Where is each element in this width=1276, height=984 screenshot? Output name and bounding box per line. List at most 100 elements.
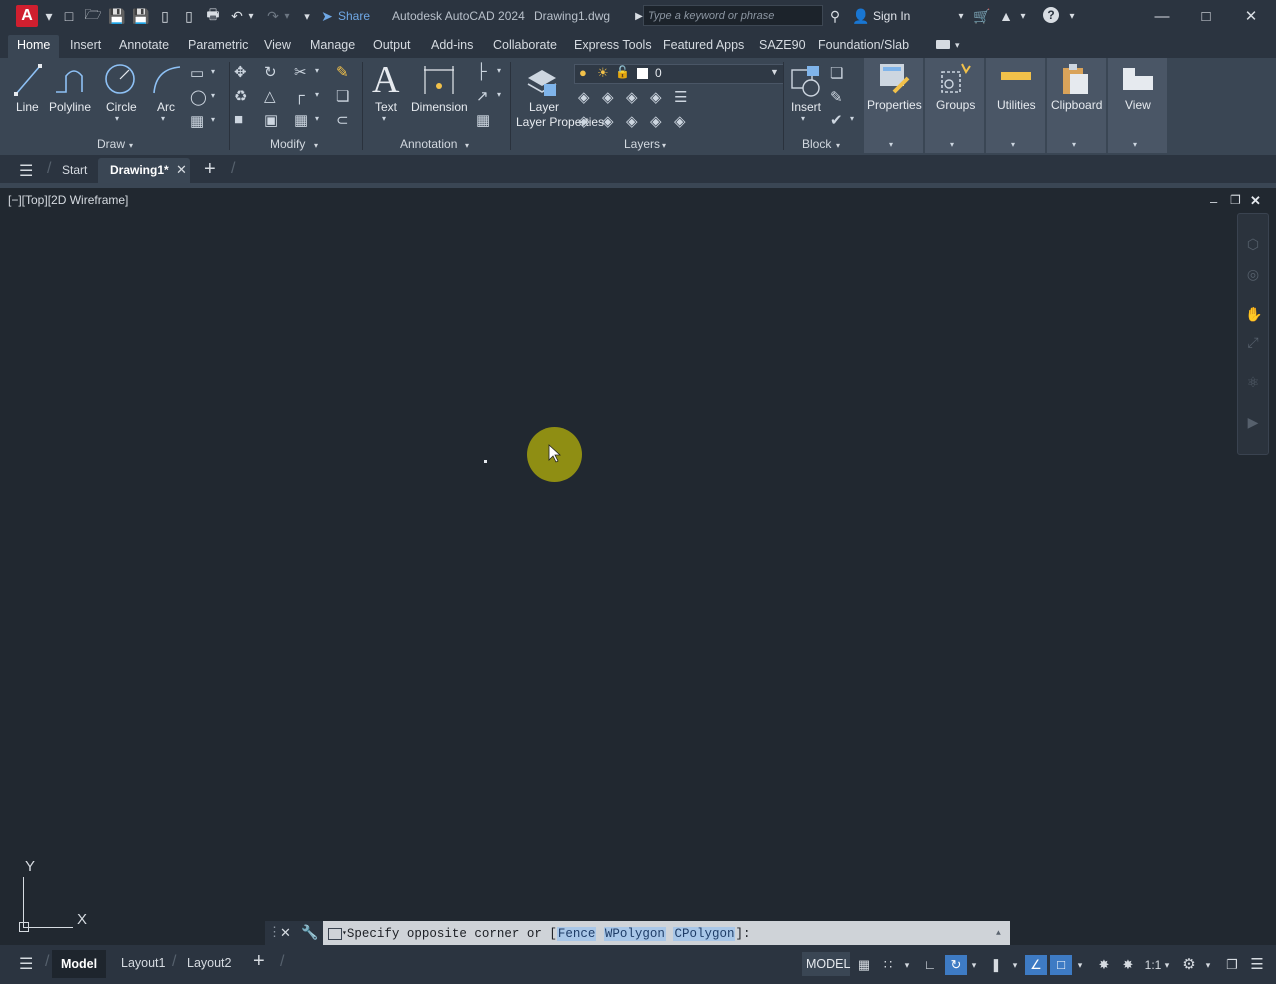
rectangle-dropdown-icon[interactable]: ▾ xyxy=(211,67,215,76)
leader-tool-icon[interactable]: ↗ xyxy=(476,87,489,105)
insert-block-label[interactable]: Insert xyxy=(791,100,821,114)
layer-tool-10-icon[interactable]: ◈ xyxy=(674,112,686,130)
option-cpolygon[interactable]: CPolygon xyxy=(673,926,736,941)
app-menu-chevron-icon[interactable]: ▾ xyxy=(40,7,58,25)
polyline-tool-icon[interactable] xyxy=(52,64,88,96)
fillet-tool-icon[interactable]: ┌ xyxy=(294,87,305,104)
tab-featured-apps[interactable]: Featured Apps xyxy=(663,38,744,52)
customization-menu-icon[interactable]: ☰ xyxy=(1246,955,1268,975)
undo-dropdown-icon[interactable]: ▾ xyxy=(246,7,256,25)
layer-tool-7-icon[interactable]: ◈ xyxy=(602,112,614,130)
customize-toolbar-icon[interactable]: ▾ xyxy=(298,7,316,25)
pan-icon[interactable]: ✋ xyxy=(1245,306,1262,322)
gradient-tool-icon[interactable]: ▦ xyxy=(190,112,204,130)
minimize-button[interactable]: — xyxy=(1152,6,1172,26)
steering-wheel-icon[interactable]: ◎ xyxy=(1245,266,1261,282)
offset-tool-icon[interactable]: ⊂ xyxy=(336,111,349,129)
undo-icon[interactable]: ↶ xyxy=(228,7,246,25)
layer-tool-1-icon[interactable]: ◈ xyxy=(578,88,590,106)
new-layout-icon[interactable]: + xyxy=(253,950,265,973)
tab-view[interactable]: View xyxy=(264,38,291,52)
scale-tool-icon[interactable]: ▣ xyxy=(264,111,278,129)
ribbon-display-toggle-icon[interactable] xyxy=(936,40,950,49)
move-tool-icon[interactable]: ✥ xyxy=(234,63,247,81)
rotate-tool-icon[interactable]: ↻ xyxy=(264,63,277,81)
circle-tool-icon[interactable] xyxy=(104,63,136,95)
layout2-tab[interactable]: Layout2 xyxy=(187,956,231,970)
save-web-icon[interactable]: ▯ xyxy=(180,7,198,25)
ortho-icon[interactable]: ∟ xyxy=(920,955,940,975)
hatch-dropdown-icon[interactable]: ▾ xyxy=(211,91,215,100)
sign-in-button[interactable]: Sign In xyxy=(873,9,910,23)
new-tab-icon[interactable]: + xyxy=(204,158,216,181)
open-web-icon[interactable]: ▯ xyxy=(156,7,174,25)
layout-tabs-menu-icon[interactable]: ☰ xyxy=(19,954,33,974)
command-history-toggle-icon[interactable]: ▲ xyxy=(996,921,1001,946)
array-dropdown-icon[interactable]: ▾ xyxy=(315,114,319,123)
snap-dropdown-icon[interactable]: ▾ xyxy=(901,955,913,975)
mirror-tool-icon[interactable]: △ xyxy=(264,87,276,105)
trim-tool-icon[interactable]: ✂ xyxy=(294,63,307,81)
tab-output[interactable]: Output xyxy=(373,38,411,52)
tab-saze90[interactable]: SAZE90 xyxy=(759,38,806,52)
annotation-panel-expand-icon[interactable]: ▾ xyxy=(465,141,469,150)
copy-tool-icon[interactable]: ♻ xyxy=(234,87,247,105)
close-button[interactable]: ✕ xyxy=(1241,6,1261,26)
arc-tool-icon[interactable] xyxy=(150,63,184,97)
tab-annotate[interactable]: Annotate xyxy=(119,38,169,52)
polyline-tool-label[interactable]: Polyline xyxy=(49,100,91,114)
ribbon-display-dropdown-icon[interactable]: ▾ xyxy=(955,40,960,51)
redo-dropdown-icon[interactable]: ▾ xyxy=(282,7,292,25)
command-input[interactable]: ▾Specify opposite corner or [Fence WPoly… xyxy=(323,921,1010,946)
circle-tool-label[interactable]: Circle xyxy=(106,100,137,114)
annotation-panel-title[interactable]: Annotation xyxy=(400,137,457,151)
array-tool-icon[interactable]: ▦ xyxy=(294,111,308,129)
polar-tracking-icon[interactable]: ↻ xyxy=(945,955,967,975)
autodesk-account-icon[interactable]: ▲ xyxy=(997,7,1015,25)
account-dropdown-icon[interactable]: ▾ xyxy=(1014,7,1032,25)
isodraft-dropdown-icon[interactable]: ▾ xyxy=(1009,955,1021,975)
grid-icon[interactable]: ▦ xyxy=(855,955,873,975)
modify-panel-expand-icon[interactable]: ▾ xyxy=(314,141,318,150)
dimension-tool-icon[interactable] xyxy=(422,64,456,96)
search-icon[interactable]: ⚲ xyxy=(826,7,844,25)
arc-tool-label[interactable]: Arc xyxy=(157,100,175,114)
annotation-scale-dropdown-icon[interactable]: ▾ xyxy=(1161,955,1173,975)
gradient-dropdown-icon[interactable]: ▾ xyxy=(211,115,215,124)
close-tab-icon[interactable]: ✕ xyxy=(176,162,187,178)
object-snap-icon[interactable]: □ xyxy=(1050,955,1072,975)
tab-add-ins[interactable]: Add-ins xyxy=(431,38,473,52)
hatch-tool-icon[interactable]: ◯ xyxy=(190,88,207,106)
tab-manage[interactable]: Manage xyxy=(310,38,355,52)
customize-command-line-icon[interactable]: 🔧 xyxy=(301,924,318,941)
workspace-gear-icon[interactable]: ⚙ xyxy=(1178,955,1200,975)
layer-properties-label[interactable]: Layer Properties xyxy=(516,115,604,129)
block-attributes-icon[interactable]: ✔ xyxy=(830,111,843,129)
isodraft-icon[interactable]: ❚ xyxy=(985,955,1007,975)
edit-block-icon[interactable]: ✎ xyxy=(830,88,843,106)
draw-panel-title[interactable]: Draw xyxy=(97,137,125,151)
linear-dimension-icon[interactable]: ├ xyxy=(476,63,487,80)
snap-mode-icon[interactable]: ∷ xyxy=(878,955,898,975)
text-tool-icon[interactable]: A xyxy=(372,58,399,102)
share-button[interactable]: Share xyxy=(338,9,370,23)
table-tool-icon[interactable]: ▦ xyxy=(476,111,490,129)
workspace-dropdown-icon[interactable]: ▾ xyxy=(1202,955,1214,975)
sign-in-dropdown-icon[interactable]: ▾ xyxy=(952,7,970,25)
annotation-visibility-icon[interactable]: ✸ xyxy=(1094,955,1114,975)
trim-dropdown-icon[interactable]: ▾ xyxy=(315,66,319,75)
nav-wheel-icon[interactable]: ⬡ xyxy=(1245,236,1261,252)
tab-parametric[interactable]: Parametric xyxy=(188,38,248,52)
clean-screen-icon[interactable]: ❐ xyxy=(1221,955,1243,975)
layout1-tab[interactable]: Layout1 xyxy=(121,956,165,970)
text-dropdown-icon[interactable]: ▾ xyxy=(382,114,386,123)
open-file-icon[interactable]: 🗁 xyxy=(84,6,102,25)
plot-icon[interactable]: 🖶 xyxy=(204,6,222,25)
new-file-icon[interactable]: □ xyxy=(60,7,78,25)
model-tab[interactable]: Model xyxy=(52,950,107,978)
dimension-tool-label[interactable]: Dimension xyxy=(411,100,468,114)
cart-icon[interactable]: 🛒 xyxy=(973,7,991,25)
linear-dimension-dropdown-icon[interactable]: ▾ xyxy=(497,66,501,75)
tab-foundation-slab[interactable]: Foundation/Slab xyxy=(818,38,909,52)
user-icon[interactable]: 👤 xyxy=(852,7,870,25)
